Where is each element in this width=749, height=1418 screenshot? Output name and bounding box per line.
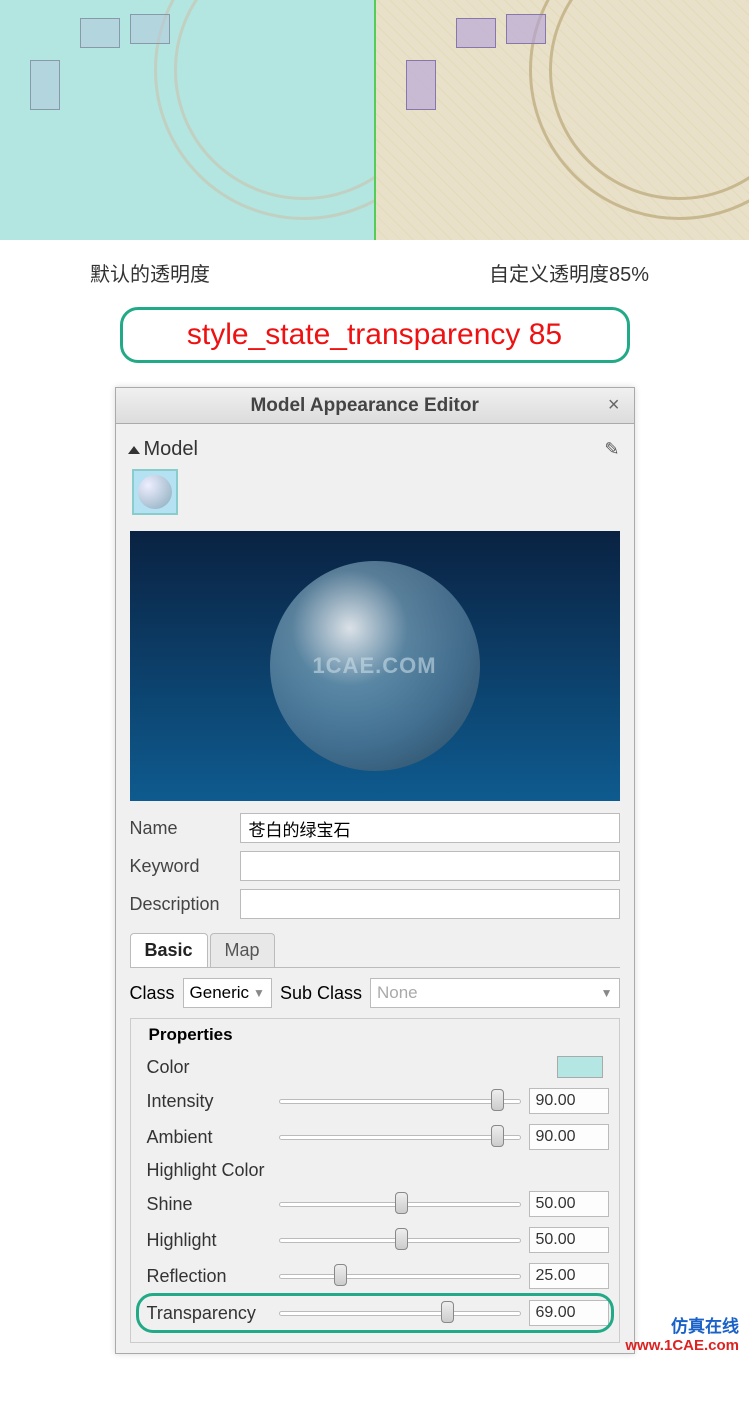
subclass-select[interactable]: None ▼	[370, 978, 620, 1008]
ambient-slider[interactable]	[279, 1127, 521, 1147]
color-swatch[interactable]	[557, 1056, 603, 1078]
material-preview: 1CAE.COM	[130, 531, 620, 801]
shine-row: Shine 50.00	[141, 1186, 609, 1222]
description-input[interactable]	[240, 889, 620, 919]
reflection-value[interactable]: 25.00	[529, 1263, 609, 1289]
color-label: Color	[141, 1057, 271, 1078]
watermark-cn: 仿真在线	[625, 1312, 739, 1337]
highlight-row: Highlight 50.00	[141, 1222, 609, 1258]
subclass-value: None	[377, 983, 597, 1003]
keyword-row: Keyword	[116, 847, 634, 885]
description-row: Description	[116, 885, 634, 923]
description-label: Description	[130, 894, 230, 915]
name-label: Name	[130, 818, 230, 839]
keyword-input[interactable]	[240, 851, 620, 881]
shine-slider[interactable]	[279, 1194, 521, 1214]
config-code-text: style_state_transparency 85	[187, 318, 562, 351]
page-watermark: 仿真在线 www.1CAE.com	[625, 1312, 739, 1354]
highlight-color-row: Highlight Color	[141, 1155, 609, 1186]
caption-custom: 自定义透明度85%	[489, 258, 649, 287]
intensity-label: Intensity	[141, 1091, 271, 1112]
color-row: Color	[141, 1051, 609, 1083]
class-label: Class	[130, 983, 175, 1004]
transparency-label: Transparency	[141, 1303, 271, 1324]
comparison-images	[0, 0, 749, 240]
ambient-label: Ambient	[141, 1127, 271, 1148]
reflection-label: Reflection	[141, 1266, 271, 1287]
keyword-label: Keyword	[130, 856, 230, 877]
highlight-value[interactable]: 50.00	[529, 1227, 609, 1253]
reflection-slider[interactable]	[279, 1266, 521, 1286]
properties-title: Properties	[143, 1025, 239, 1045]
subclass-label: Sub Class	[280, 983, 362, 1004]
eyedropper-icon[interactable]: ✎	[604, 439, 619, 460]
image-custom-transparency	[374, 0, 749, 240]
highlight-color-label: Highlight Color	[141, 1160, 265, 1181]
name-input[interactable]	[240, 813, 620, 843]
reflection-row: Reflection 25.00	[141, 1258, 609, 1294]
model-label: Model	[144, 438, 605, 461]
tab-basic[interactable]: Basic	[130, 933, 208, 967]
highlight-slider[interactable]	[279, 1230, 521, 1250]
config-code-box: style_state_transparency 85	[120, 307, 630, 363]
preview-sphere: 1CAE.COM	[270, 561, 480, 771]
tabs: Basic Map	[130, 933, 620, 968]
ambient-row: Ambient 90.00	[141, 1119, 609, 1155]
transparency-value[interactable]: 69.00	[529, 1300, 609, 1326]
properties-group: Properties Color Intensity 90.00 Ambient…	[130, 1018, 620, 1343]
appearance-swatch-row	[116, 467, 634, 523]
close-icon[interactable]: ×	[604, 394, 624, 417]
class-select[interactable]: Generic ▼	[183, 978, 272, 1008]
class-row: Class Generic ▼ Sub Class None ▼	[116, 968, 634, 1014]
ambient-value[interactable]: 90.00	[529, 1124, 609, 1150]
transparency-slider[interactable]	[279, 1303, 521, 1323]
title-bar: Model Appearance Editor ×	[116, 388, 634, 424]
collapse-triangle-icon	[128, 446, 140, 454]
caption-row: 默认的透明度 自定义透明度85%	[0, 240, 749, 297]
shine-label: Shine	[141, 1194, 271, 1215]
dialog-title: Model Appearance Editor	[126, 395, 604, 417]
appearance-swatch[interactable]	[132, 469, 178, 515]
intensity-slider[interactable]	[279, 1091, 521, 1111]
highlight-label: Highlight	[141, 1230, 271, 1251]
model-section-header[interactable]: Model ✎	[116, 424, 634, 467]
transparency-row: Transparency 69.00	[139, 1296, 611, 1330]
class-value: Generic	[190, 983, 250, 1003]
intensity-row: Intensity 90.00	[141, 1083, 609, 1119]
caption-default: 默认的透明度	[90, 258, 489, 287]
watermark-url: www.1CAE.com	[625, 1337, 739, 1354]
intensity-value[interactable]: 90.00	[529, 1088, 609, 1114]
chevron-down-icon: ▼	[253, 986, 265, 1000]
appearance-editor-dialog: Model Appearance Editor × Model ✎ 1CAE.C…	[115, 387, 635, 1354]
preview-watermark: 1CAE.COM	[312, 653, 436, 679]
name-row: Name	[116, 809, 634, 847]
chevron-down-icon: ▼	[601, 986, 613, 1000]
tab-map[interactable]: Map	[210, 933, 275, 967]
image-default-transparency	[0, 0, 374, 240]
shine-value[interactable]: 50.00	[529, 1191, 609, 1217]
